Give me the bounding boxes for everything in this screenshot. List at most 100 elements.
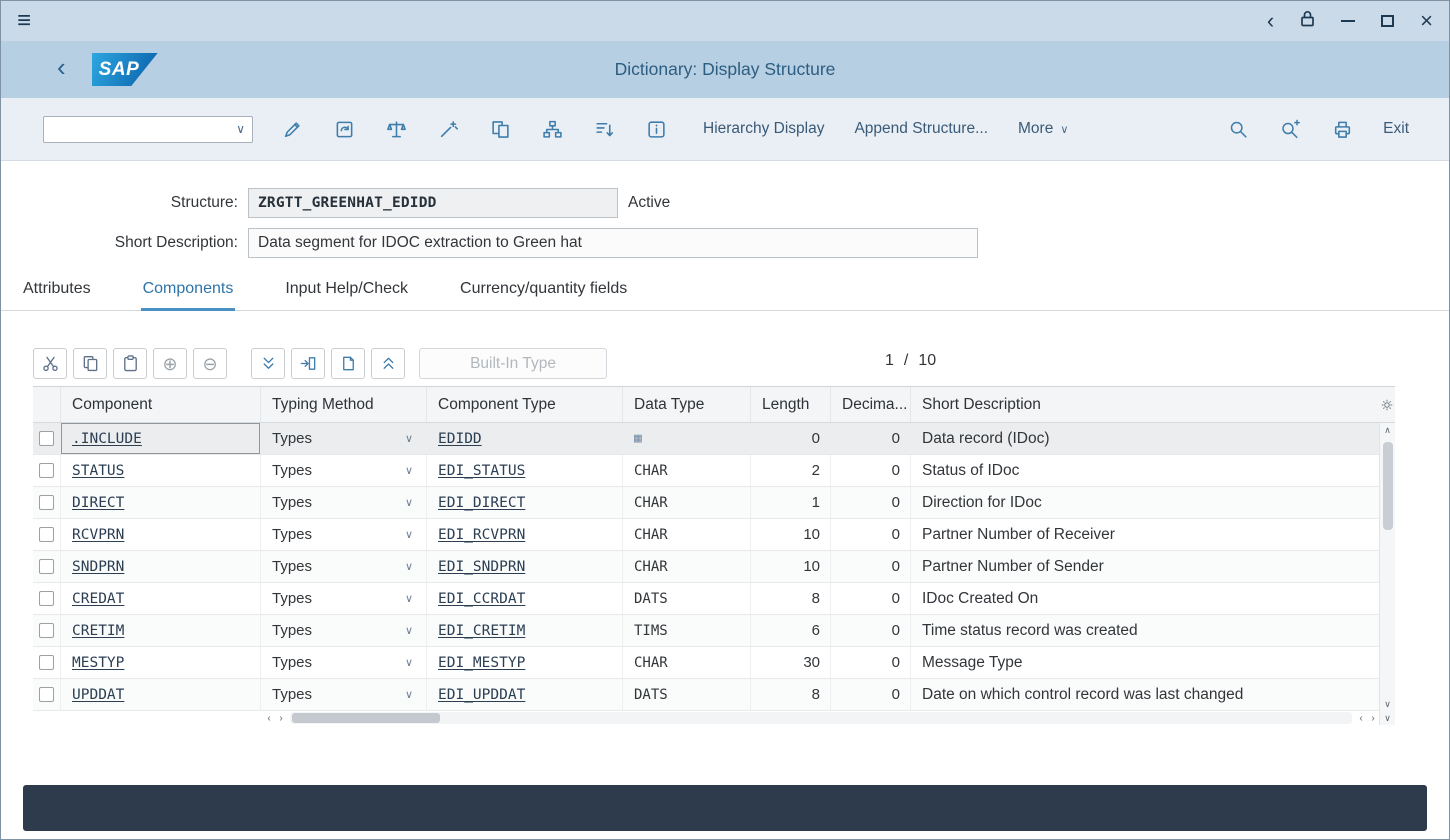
- component-type-link[interactable]: EDI_DIRECT: [438, 495, 525, 511]
- check-button[interactable]: [385, 118, 407, 140]
- scroll-right-icon[interactable]: ›: [275, 713, 287, 724]
- component-type-link[interactable]: EDI_RCVPRN: [438, 527, 525, 543]
- short-description-field[interactable]: Data segment for IDOC extraction to Gree…: [248, 228, 978, 258]
- collapse-all-button[interactable]: [371, 348, 405, 379]
- column-header-component-type[interactable]: Component Type: [427, 387, 623, 422]
- component-link[interactable]: UPDDAT: [72, 687, 124, 703]
- copy-button[interactable]: [73, 348, 107, 379]
- cut-button[interactable]: [33, 348, 67, 379]
- scroll-left-icon[interactable]: ‹: [1355, 713, 1367, 724]
- column-header-typing-method[interactable]: Typing Method: [261, 387, 427, 422]
- search-next-button[interactable]: [1279, 118, 1301, 140]
- component-link[interactable]: MESTYP: [72, 655, 124, 671]
- scroll-right-icon[interactable]: ›: [1367, 713, 1379, 724]
- structure-field[interactable]: ZRGTT_GREENHAT_EDIDD: [248, 188, 618, 218]
- dropdown-icon[interactable]: ∨: [405, 496, 413, 509]
- column-header-decimals[interactable]: Decima...: [831, 387, 911, 422]
- row-select-checkbox[interactable]: [33, 423, 61, 454]
- nav-back-icon[interactable]: ‹: [1267, 11, 1274, 31]
- minimize-button[interactable]: [1341, 20, 1355, 22]
- column-header-component[interactable]: Component: [61, 387, 261, 422]
- component-link[interactable]: SNDPRN: [72, 559, 124, 575]
- built-in-type-button[interactable]: Built-In Type: [419, 348, 607, 379]
- row-select-checkbox[interactable]: [33, 583, 61, 614]
- scroll-down-icon[interactable]: ∨: [1384, 711, 1391, 725]
- dropdown-icon[interactable]: ∨: [405, 656, 413, 669]
- command-field[interactable]: ∨: [43, 116, 253, 143]
- typing-method-select[interactable]: Types∨: [261, 519, 427, 550]
- close-button[interactable]: ×: [1420, 11, 1433, 31]
- insert-row-button[interactable]: [291, 348, 325, 379]
- scroll-left-icon[interactable]: ‹: [263, 713, 275, 724]
- paste-button[interactable]: [113, 348, 147, 379]
- component-type-link[interactable]: EDI_CCRDAT: [438, 591, 525, 607]
- command-input[interactable]: [44, 117, 229, 142]
- dropdown-icon[interactable]: ∨: [405, 592, 413, 605]
- dropdown-icon[interactable]: ∨: [405, 688, 413, 701]
- tab-attributes[interactable]: Attributes: [21, 272, 93, 310]
- tab-components[interactable]: Components: [141, 272, 236, 310]
- more-button[interactable]: More∨: [1018, 120, 1068, 138]
- select-all-column[interactable]: [33, 387, 61, 422]
- row-select-checkbox[interactable]: [33, 519, 61, 550]
- exit-button[interactable]: Exit: [1383, 120, 1409, 138]
- typing-method-select[interactable]: Types∨: [261, 615, 427, 646]
- row-select-checkbox[interactable]: [33, 455, 61, 486]
- table-settings-button[interactable]: [1378, 387, 1395, 422]
- hierarchy-display-button[interactable]: Hierarchy Display: [703, 120, 824, 138]
- tab-input-help-check[interactable]: Input Help/Check: [283, 272, 410, 310]
- row-select-checkbox[interactable]: [33, 679, 61, 710]
- dropdown-icon[interactable]: ∨: [405, 464, 413, 477]
- scroll-up-icon[interactable]: ∧: [1384, 423, 1391, 437]
- component-link[interactable]: DIRECT: [72, 495, 124, 511]
- activate-button[interactable]: [437, 118, 459, 140]
- info-button[interactable]: [645, 118, 667, 140]
- typing-method-select[interactable]: Types∨: [261, 647, 427, 678]
- dropdown-icon[interactable]: ∨: [405, 560, 413, 573]
- row-select-checkbox[interactable]: [33, 551, 61, 582]
- row-select-checkbox[interactable]: [33, 615, 61, 646]
- object-hierarchy-button[interactable]: [541, 118, 563, 140]
- horizontal-scrollbar[interactable]: ‹ › ‹ ›: [33, 711, 1379, 725]
- typing-method-select[interactable]: Types∨: [261, 455, 427, 486]
- row-select-checkbox[interactable]: [33, 487, 61, 518]
- where-used-button[interactable]: [489, 118, 511, 140]
- component-type-link[interactable]: EDI_MESTYP: [438, 655, 525, 671]
- component-link[interactable]: .INCLUDE: [72, 431, 142, 447]
- row-select-checkbox[interactable]: [33, 647, 61, 678]
- add-row-button[interactable]: ⊕: [153, 348, 187, 379]
- menu-icon[interactable]: ≡: [17, 7, 31, 35]
- component-type-link[interactable]: EDI_STATUS: [438, 463, 525, 479]
- component-link[interactable]: STATUS: [72, 463, 124, 479]
- dropdown-icon[interactable]: ∨: [405, 624, 413, 637]
- vertical-scroll-thumb[interactable]: [1383, 442, 1393, 530]
- search-button[interactable]: [1227, 118, 1249, 140]
- append-structure-button[interactable]: Append Structure...: [854, 120, 988, 138]
- column-header-data-type[interactable]: Data Type: [623, 387, 751, 422]
- vertical-scrollbar[interactable]: ∧ ∨ ∨: [1379, 423, 1395, 725]
- typing-method-select[interactable]: Types∨: [261, 679, 427, 710]
- back-button[interactable]: ‹: [57, 52, 66, 83]
- column-header-length[interactable]: Length: [751, 387, 831, 422]
- component-type-link[interactable]: EDI_UPDDAT: [438, 687, 525, 703]
- component-type-link[interactable]: EDIDD: [438, 431, 482, 447]
- scroll-down-icon[interactable]: ∨: [1384, 697, 1391, 711]
- component-link[interactable]: CRETIM: [72, 623, 124, 639]
- component-link[interactable]: RCVPRN: [72, 527, 124, 543]
- lock-icon[interactable]: [1300, 10, 1315, 32]
- remove-row-button[interactable]: ⊖: [193, 348, 227, 379]
- typing-method-select[interactable]: Types∨: [261, 583, 427, 614]
- component-type-link[interactable]: EDI_SNDPRN: [438, 559, 525, 575]
- typing-method-select[interactable]: Types∨: [261, 423, 427, 454]
- print-button[interactable]: [1331, 118, 1353, 140]
- typing-method-select[interactable]: Types∨: [261, 487, 427, 518]
- expand-all-button[interactable]: [251, 348, 285, 379]
- refresh-button[interactable]: [333, 118, 355, 140]
- dropdown-icon[interactable]: ∨: [405, 432, 413, 445]
- typing-method-select[interactable]: Types∨: [261, 551, 427, 582]
- column-header-short-description[interactable]: Short Description: [911, 387, 1378, 422]
- horizontal-scroll-track[interactable]: [290, 712, 1352, 724]
- dropdown-icon[interactable]: ∨: [405, 528, 413, 541]
- component-link[interactable]: CREDAT: [72, 591, 124, 607]
- display-change-button[interactable]: [281, 118, 303, 140]
